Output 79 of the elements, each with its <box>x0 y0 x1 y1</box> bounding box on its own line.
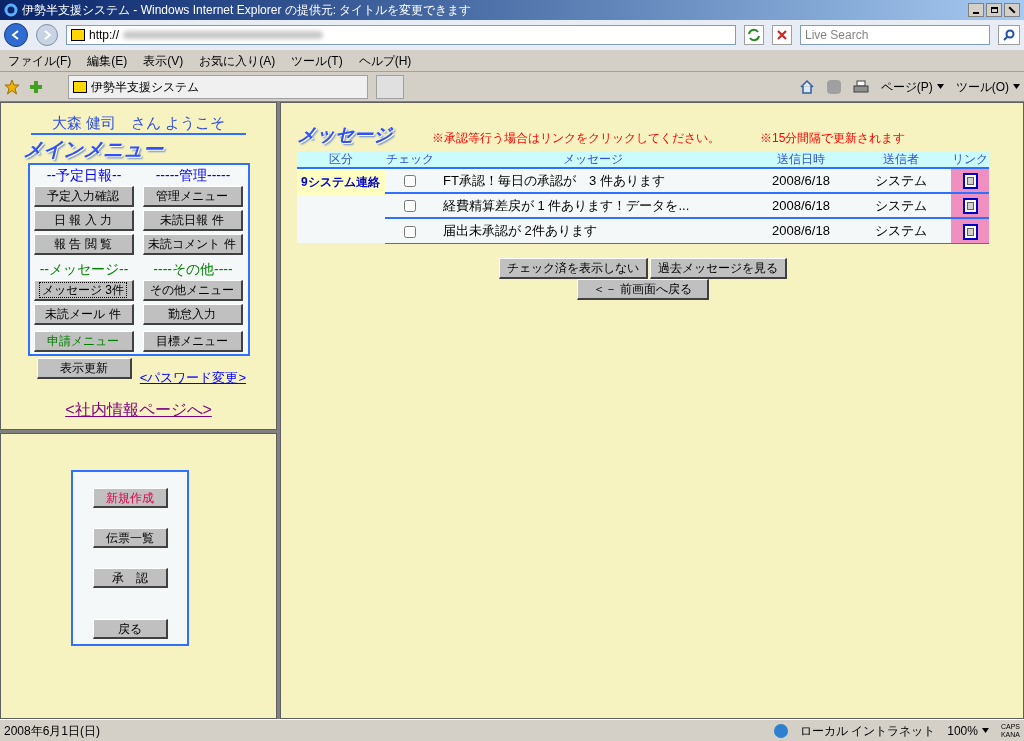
section-heading: ----その他---- <box>152 261 234 277</box>
close-icon[interactable] <box>1004 3 1020 17</box>
sender-cell: システム <box>851 168 951 193</box>
message-cell: FT承認！毎日の承認が 3 件あります <box>435 168 751 193</box>
menu-button[interactable]: 予定入力確認 <box>33 186 134 207</box>
info-page-link[interactable]: <社内情報ページへ> <box>65 397 212 422</box>
minimize-icon[interactable] <box>968 3 984 17</box>
site-favicon-icon <box>73 80 87 93</box>
action-button[interactable]: チェック済を表示しない <box>499 257 648 279</box>
favorites-star-icon[interactable] <box>4 78 20 95</box>
section-heading: --メッセージ-- <box>38 261 130 277</box>
date-cell: 2008/6/18 <box>751 168 851 193</box>
search-field[interactable]: Live Search <box>800 25 990 45</box>
command-menu[interactable]: ツール(O) <box>955 77 1009 96</box>
section-heading: -----管理----- <box>154 167 232 183</box>
menu-item[interactable]: ファイル(F) <box>8 51 72 70</box>
menu-item[interactable]: お気に入り(A) <box>199 51 276 70</box>
zoom-control[interactable]: 100% <box>947 721 978 740</box>
message-cell: 届出未承認が 2件あります <box>435 218 751 243</box>
forward-icon[interactable] <box>36 24 58 46</box>
window-title: 伊勢半支援システム - Windows Internet Explorer の提供元: タイトルを変更できます <box>22 2 472 19</box>
menu-button[interactable]: メッセージ 3件 <box>33 280 134 301</box>
browser-logo-icon <box>4 3 18 17</box>
menu-item[interactable]: ツール(T) <box>291 51 343 70</box>
menu-button[interactable]: 目標メニュー <box>142 331 243 352</box>
menu-button[interactable]: 報 告 閲 覧 <box>33 234 134 255</box>
address-text: http:// <box>89 27 120 44</box>
restore-icon[interactable] <box>986 3 1002 17</box>
zone-text: ローカル イントラネット <box>799 722 936 740</box>
menu-heading: メインメニュー <box>23 137 163 162</box>
menu-button[interactable]: その他メニュー <box>142 280 243 301</box>
back-icon[interactable] <box>4 23 28 47</box>
welcome-text: 大森 健司 さん ようこそ <box>31 113 246 135</box>
print-icon[interactable] <box>852 78 869 95</box>
sender-cell: システム <box>851 218 951 243</box>
message-cell: 経費精算差戻が 1 件あります！データを... <box>435 193 751 218</box>
date-cell: 2008/6/18 <box>751 193 851 218</box>
password-link[interactable]: <パスワード変更> <box>139 368 246 388</box>
menu-button[interactable]: 勤怠入力 <box>142 304 243 325</box>
menu-item[interactable]: 編集(E) <box>87 51 128 70</box>
sub-menu-button[interactable]: 伝票一覧 <box>92 528 168 548</box>
section-heading: --予定日報-- <box>45 167 123 183</box>
back-button[interactable]: ＜－ 前画面へ戻る <box>577 278 709 300</box>
menu-item[interactable]: 表示(V) <box>143 51 184 70</box>
command-menu[interactable]: ページ(P) <box>880 77 933 96</box>
row-checkbox[interactable] <box>404 200 416 213</box>
sub-menu-button[interactable]: 戻る <box>92 619 168 639</box>
sub-menu-button[interactable]: 承 認 <box>92 568 168 588</box>
refresh-button[interactable]: 表示更新 <box>37 358 132 379</box>
row-checkbox[interactable] <box>404 175 416 188</box>
menu-button[interactable]: 未読メール 件 <box>33 304 134 325</box>
refresh-note: ※15分間隔で更新されます <box>760 130 906 147</box>
row-checkbox[interactable] <box>404 225 416 238</box>
sender-cell: システム <box>851 193 951 218</box>
menu-button[interactable]: 日 報 入 力 <box>33 210 134 231</box>
document-link-icon[interactable] <box>962 223 978 240</box>
menu-button[interactable]: 未読コメント 件 <box>142 234 243 255</box>
menu-button[interactable]: 未読日報 件 <box>142 210 243 231</box>
action-button[interactable]: 過去メッセージを見る <box>650 257 787 279</box>
menu-button[interactable]: 管理メニュー <box>142 186 243 207</box>
status-text: 2008年6月1日(日) <box>4 722 101 740</box>
address-field[interactable]: http:// <box>66 25 736 45</box>
intranet-icon <box>773 723 788 738</box>
caret-icon <box>981 728 989 733</box>
page-heading: メッセージ <box>297 123 392 147</box>
site-favicon-icon <box>71 29 85 41</box>
caret-icon <box>1013 84 1020 89</box>
document-link-icon[interactable] <box>962 173 978 190</box>
browser-tab[interactable]: 伊勢半支援システム <box>68 74 368 99</box>
refresh-icon[interactable] <box>744 25 764 45</box>
date-cell: 2008/6/18 <box>751 218 851 243</box>
caret-icon <box>936 84 944 89</box>
instruction-note: ※承認等行う場合はリンクをクリックしてください。 <box>432 130 720 147</box>
search-icon[interactable] <box>998 25 1020 45</box>
stop-icon[interactable] <box>772 25 792 45</box>
menu-item[interactable]: ヘルプ(H) <box>358 51 412 70</box>
category-cell: 9システム連絡 <box>297 169 385 195</box>
home-icon[interactable] <box>798 78 815 95</box>
document-link-icon[interactable] <box>962 198 978 215</box>
